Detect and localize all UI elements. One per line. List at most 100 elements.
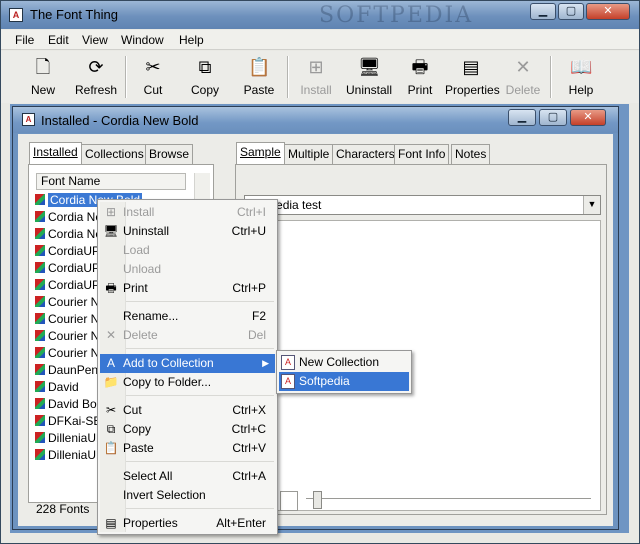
tab-multiple[interactable]: Multiple [284, 144, 334, 164]
toolbar-separator [287, 56, 289, 98]
paste-icon: 📋 [103, 441, 119, 455]
copy-icon: ⧉ [198, 57, 212, 77]
uninstall-button[interactable]: 🖥 Uninstall [344, 54, 394, 100]
refresh-button[interactable]: ⟳ Refresh [71, 54, 121, 100]
context-menu-add-to-collection[interactable]: A Add to Collection ▶ [100, 354, 275, 373]
help-book-icon: 📖 [570, 57, 593, 77]
cut-button[interactable]: ✂ Cut [133, 54, 173, 100]
printer-icon: 🖶 [105, 281, 117, 295]
paste-icon: 📋 [248, 57, 271, 77]
column-header-font-name[interactable]: Font Name [36, 173, 186, 190]
print-button[interactable]: 🖶 Print [401, 54, 439, 100]
context-menu-copy[interactable]: ⧉ Copy Ctrl+C [100, 420, 275, 439]
font-file-icon [35, 347, 45, 358]
font-list-item[interactable]: Courier Ne [35, 311, 106, 328]
context-menu-rename[interactable]: Rename... F2 [100, 307, 275, 326]
tab-characters[interactable]: Characters [332, 144, 399, 164]
new-icon: 🗋 [35, 57, 51, 77]
font-list-item[interactable]: David [35, 379, 79, 396]
child-window-title: Installed - Cordia New Bold [41, 113, 199, 128]
toolbar-separator [550, 56, 552, 98]
context-menu-select-all[interactable]: Select All Ctrl+A [100, 467, 275, 486]
context-menu-invert-selection[interactable]: Invert Selection [100, 486, 275, 505]
size-slider-track[interactable] [306, 498, 591, 501]
font-list-item[interactable]: DilleniaUP [35, 447, 104, 464]
font-list-item[interactable]: DaunPenh [35, 362, 105, 379]
status-font-count: 228 Fonts [36, 502, 90, 516]
font-file-icon [35, 313, 45, 324]
child-close-button[interactable]: ✕ [570, 109, 606, 126]
delete-icon: ✕ [515, 57, 531, 77]
font-list-item[interactable]: Courier Ne [35, 345, 106, 362]
properties-button[interactable]: ▤ Properties [445, 54, 500, 100]
font-list-item[interactable]: David Bold [35, 396, 106, 413]
chevron-right-icon: ▶ [262, 358, 269, 368]
font-file-icon [35, 279, 45, 290]
child-minimize-button[interactable]: ▁ [508, 109, 536, 126]
properties-icon: ▤ [105, 516, 117, 530]
folder-icon: 📁 [103, 375, 119, 389]
delete-button[interactable]: ✕ Delete [503, 54, 543, 100]
menu-view[interactable]: View [82, 33, 108, 47]
menu-separator [126, 508, 274, 509]
tab-notes[interactable]: Notes [451, 144, 491, 164]
menu-file[interactable]: File [15, 33, 34, 47]
tab-browse[interactable]: Browse [145, 144, 194, 164]
font-list-item[interactable]: DFKai-SB [35, 413, 101, 430]
tab-collections[interactable]: Collections [81, 144, 148, 164]
install-icon: ⊞ [308, 57, 324, 77]
maximize-button[interactable]: ▢ [558, 3, 584, 20]
tab-sample[interactable]: Sample [236, 142, 285, 164]
font-list-item[interactable]: Courier Ne [35, 294, 106, 311]
title-bar[interactable]: A The Font Thing SOFTPEDIA ▁ ▢ ✕ [1, 1, 639, 29]
child-maximize-button[interactable]: ▢ [539, 109, 567, 126]
context-menu-load[interactable]: Load [100, 241, 275, 260]
context-menu-uninstall[interactable]: 🖥 Uninstall Ctrl+U [100, 222, 275, 241]
context-menu-cut[interactable]: ✂ Cut Ctrl+X [100, 401, 275, 420]
copy-button[interactable]: ⧉ Copy [183, 54, 227, 100]
chevron-down-icon[interactable]: ▼ [583, 196, 600, 214]
child-window-icon[interactable]: A [22, 113, 35, 126]
menu-edit[interactable]: Edit [48, 33, 69, 47]
new-button[interactable]: 🗋 New [23, 54, 63, 100]
child-title-bar[interactable]: A Installed - Cordia New Bold ▁ ▢ ✕ [13, 107, 618, 133]
context-menu-paste[interactable]: 📋 Paste Ctrl+V [100, 439, 275, 458]
install-button[interactable]: ⊞ Install [294, 54, 338, 100]
context-menu-unload[interactable]: Unload [100, 260, 275, 279]
menu-bar: File Edit View Window Help [1, 30, 639, 50]
uninstall-icon: 🖥 [358, 57, 381, 77]
menu-separator [126, 395, 274, 396]
toolbar: 🗋 New ⟳ Refresh ✂ Cut ⧉ Copy 📋 Paste ⊞ I… [1, 51, 639, 103]
context-menu-install[interactable]: ⊞ Install Ctrl+I [100, 203, 275, 222]
sample-panel: Softpedia test ▼ [235, 164, 607, 515]
minimize-button[interactable]: ▁ [530, 3, 556, 20]
submenu-softpedia[interactable]: A Softpedia [279, 372, 409, 391]
menu-separator [126, 461, 274, 462]
font-list-item[interactable]: DilleniaUP [35, 430, 104, 447]
context-menu-copy-to-folder[interactable]: 📁 Copy to Folder... [100, 373, 275, 392]
context-menu-print[interactable]: 🖶 Print Ctrl+P [100, 279, 275, 298]
font-file-icon [35, 449, 45, 460]
font-file-icon [35, 245, 45, 256]
font-file-icon [35, 330, 45, 341]
tab-installed[interactable]: Installed [29, 142, 82, 164]
menu-window[interactable]: Window [121, 33, 164, 47]
add-to-collection-submenu: A New Collection A Softpedia [276, 350, 412, 394]
close-button[interactable]: ✕ [586, 3, 630, 20]
main-window: A The Font Thing SOFTPEDIA ▁ ▢ ✕ File Ed… [0, 0, 640, 544]
sample-text-combo[interactable]: Softpedia test ▼ [244, 195, 601, 215]
size-slider-thumb[interactable] [313, 491, 322, 509]
tab-font-info[interactable]: Font Info [394, 144, 450, 164]
context-menu-properties[interactable]: ▤ Properties Alt+Enter [100, 514, 275, 533]
app-icon[interactable]: A [9, 8, 23, 22]
context-menu: ⊞ Install Ctrl+I 🖥 Uninstall Ctrl+U Load Unload… [97, 199, 278, 535]
help-button[interactable]: 📖 Help [561, 54, 601, 100]
menu-help[interactable]: Help [179, 33, 204, 47]
font-list-item[interactable]: Courier Ne [35, 328, 106, 345]
size-field[interactable] [280, 491, 298, 511]
submenu-new-collection[interactable]: A New Collection [279, 353, 409, 372]
context-menu-delete[interactable]: ✕ Delete Del [100, 326, 275, 345]
paste-button[interactable]: 📋 Paste [237, 54, 281, 100]
font-file-icon [35, 381, 45, 392]
refresh-icon: ⟳ [88, 57, 104, 77]
